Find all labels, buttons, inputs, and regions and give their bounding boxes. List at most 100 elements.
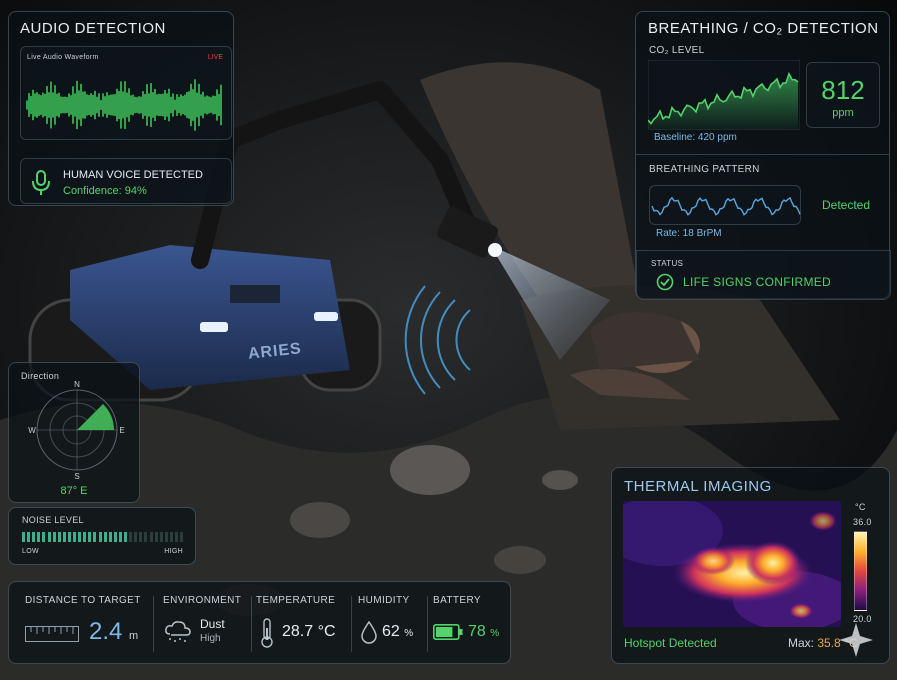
noise-meter-segment [27,532,31,542]
sparkle-icon [839,623,873,657]
status-stats-bar: DISTANCE TO TARGET 2.4 m ENVIRONMENT Dus… [8,581,511,664]
noise-meter-segment [159,532,163,542]
noise-meter-segment [32,532,36,542]
voice-detection-box: HUMAN VOICE DETECTED Confidence: 94% [20,158,232,204]
co2-unit: ppm [832,107,854,119]
noise-meter-segment [42,532,46,542]
breathing-pattern-box [649,185,801,225]
noise-level-panel: NOISE LEVEL LOW HIGH [8,507,196,565]
audio-detection-panel: AUDIO DETECTION Live Audio Waveform LIVE… [8,11,234,206]
audio-waveform-box: Live Audio Waveform LIVE [20,46,232,140]
breathing-co2-panel: BREATHING / CO₂ DETECTION CO₂ LEVEL Base… [635,11,891,300]
noise-meter-segment [22,532,25,542]
compass-dial: N E S W [28,380,124,480]
noise-meter-segment [180,532,184,542]
section-divider [636,154,889,155]
direction-panel: Direction N E S W 87° E [8,362,140,503]
life-signs-status-box: STATUS LIFE SIGNS CONFIRMED [636,250,891,300]
noise-meter-segment [103,532,107,542]
life-signs-status-text: LIFE SIGNS CONFIRMED [683,275,832,289]
dust-cloud-icon [165,621,191,642]
environment-sub: High [200,633,221,644]
audio-panel-title: AUDIO DETECTION [20,20,166,37]
status-label: STATUS [651,259,684,268]
noise-meter-segment [98,532,102,542]
voice-confidence: Confidence: 94% [63,185,147,197]
noise-meter-segment [83,532,87,542]
noise-meter-segment [113,532,117,542]
noise-high-label: HIGH [164,548,183,555]
noise-meter-segment [175,532,178,542]
thermal-color-scale [854,531,867,611]
battery-stat: BATTERY 78 % [428,582,512,665]
microphone-icon [32,170,50,195]
noise-meter-segment [67,532,71,542]
compass-e: E [119,426,124,435]
distance-unit: m [129,630,139,642]
co2-baseline: Baseline: 420 ppm [654,132,737,143]
co2-reading-box: 812 ppm [806,62,880,128]
distance-label: DISTANCE TO TARGET [25,595,141,606]
audio-waveform [26,79,222,131]
co2-level-label: CO₂ LEVEL [649,45,705,56]
noise-meter-segment [93,532,97,542]
noise-meter-segment [52,532,56,542]
noise-low-label: LOW [22,548,39,555]
ruler-icon [25,626,79,642]
noise-meter-segment [129,532,133,542]
thermometer-icon [261,618,273,648]
humidity-reading: 62 % [382,623,413,641]
noise-level-label: NOISE LEVEL [22,515,84,525]
noise-meter-segment [57,532,61,542]
humidity-label: HUMIDITY [358,595,410,606]
check-circle-icon [656,273,674,291]
noise-meter-segment [118,532,122,542]
noise-meter-segment [169,532,173,542]
noise-meter-segment [108,532,112,542]
noise-meter-segment [73,532,76,542]
humidity-unit: % [404,628,414,639]
battery-reading: 78 % [468,623,499,641]
thermal-image [623,501,841,627]
compass-n: N [74,380,80,389]
temperature-stat: TEMPERATURE 28.7 °C [252,582,352,665]
humidity-value: 62 [382,623,400,640]
direction-value: 87° E [60,485,88,497]
environment-value: Dust [200,617,225,631]
temperature-label: TEMPERATURE [256,595,336,606]
breathing-pattern-label: BREATHING PATTERN [649,164,760,175]
battery-unit: % [490,628,500,639]
voice-detected-status: HUMAN VOICE DETECTED [63,169,203,181]
environment-label: ENVIRONMENT [163,595,242,606]
noise-meter-segment [88,532,92,542]
noise-meter-segment [139,532,143,542]
breathing-panel-title: BREATHING / CO₂ DETECTION [648,20,879,37]
compass-w: W [28,426,36,435]
humidity-stat: HUMIDITY 62 % [352,582,428,665]
thermal-scale-max: 36.0 [853,517,872,527]
hotspot-status: Hotspot Detected [624,636,717,650]
co2-level-chart [648,60,800,130]
co2-value: 812 [821,75,865,105]
battery-icon [433,624,463,640]
distance-stat: DISTANCE TO TARGET 2.4 m [9,582,154,665]
noise-meter-segment [124,532,127,542]
noise-meter-segment [47,532,51,542]
compass-s: S [74,472,79,480]
breathing-detected-status: Detected [822,198,871,212]
environment-stat: ENVIRONMENT Dust High [154,582,252,665]
thermal-scale-unit: °C [855,502,866,512]
thermal-panel-title: THERMAL IMAGING [624,478,772,495]
max-label: Max: [788,636,815,650]
noise-meter-segment [37,532,41,542]
battery-label: BATTERY [433,595,481,606]
breathing-rate: Rate: 18 BrPM [656,228,722,239]
noise-meter-segment [134,532,138,542]
noise-meter-segment [62,532,66,542]
noise-meter-segment [144,532,148,542]
noise-meter-segment [154,532,158,542]
noise-meter-segment [78,532,82,542]
noise-meter-segment [164,532,168,542]
noise-meter-segment [149,532,153,542]
noise-level-meter [22,532,186,542]
